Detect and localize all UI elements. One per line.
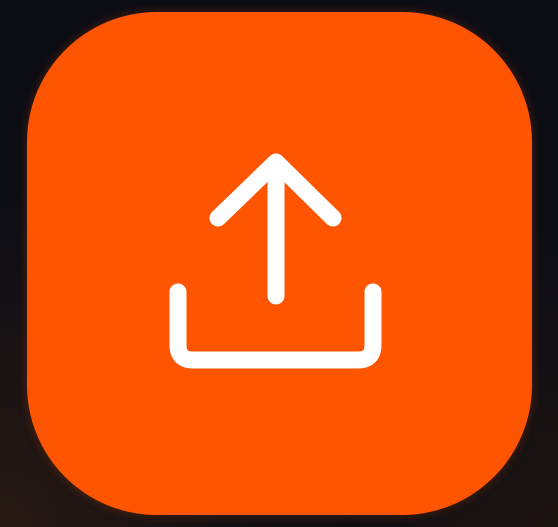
- app-icon-canvas: [0, 0, 558, 527]
- upload-icon: [169, 153, 382, 369]
